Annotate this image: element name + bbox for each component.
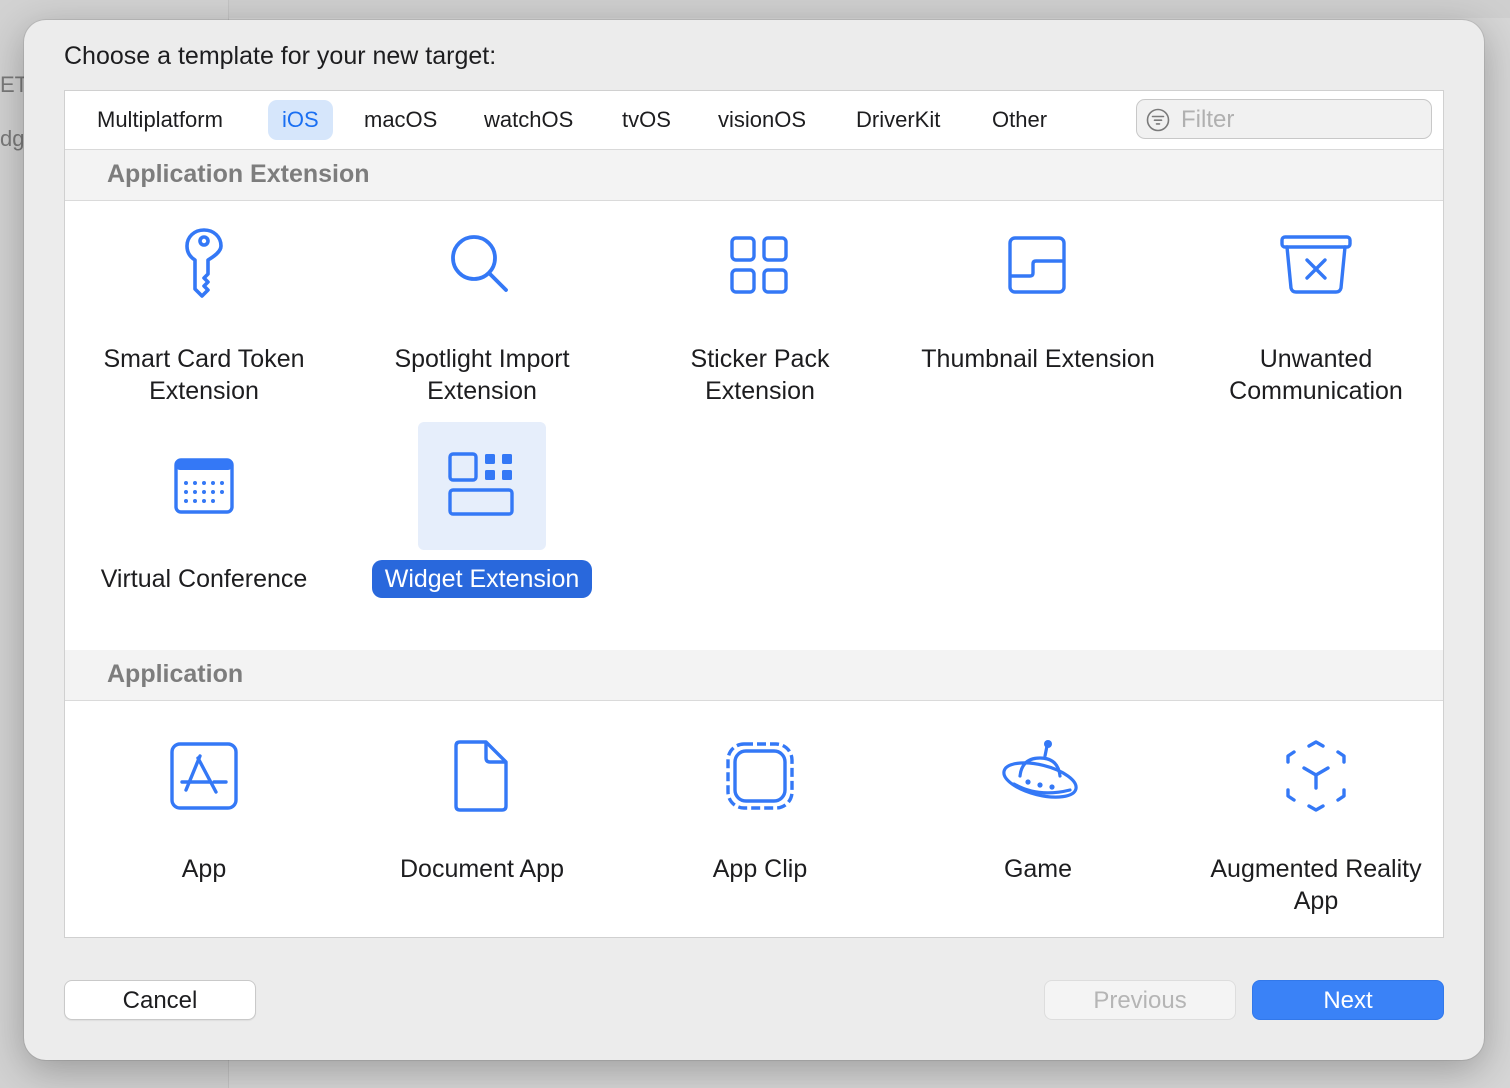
template-label: App — [181, 855, 227, 883]
template-document-app[interactable]: Document App — [343, 712, 621, 888]
template-label: Smart Card Token Extension — [103, 345, 305, 405]
template-chooser-sheet: Choose a template for your new target: M… — [24, 20, 1484, 1060]
trash-bin-x-icon — [1280, 235, 1352, 294]
app-store-icon — [170, 742, 238, 810]
template-label: Document App — [400, 855, 564, 883]
tab-multiplatform[interactable]: Multiplatform — [83, 100, 237, 140]
template-game[interactable]: Game — [899, 712, 1177, 888]
filter-field[interactable] — [1136, 99, 1432, 139]
document-icon — [454, 740, 508, 812]
tab-other[interactable]: Other — [978, 100, 1061, 140]
four-squares-icon — [730, 236, 788, 294]
ufo-icon — [1002, 740, 1078, 799]
template-widget-extension[interactable]: Widget Extension — [343, 422, 621, 598]
sheet-title: Choose a template for your new target: — [64, 42, 497, 70]
next-button[interactable]: Next — [1252, 980, 1444, 1020]
template-augmented-reality-app[interactable]: Augmented Reality App — [1177, 712, 1455, 920]
background-sidebar-text: dg — [0, 126, 25, 151]
section-title: Application — [107, 660, 244, 688]
template-smart-card-token-extension[interactable]: Smart Card Token Extension — [65, 202, 343, 410]
template-spotlight-import-extension[interactable]: Spotlight Import Extension — [343, 202, 621, 410]
tab-tvos[interactable]: tvOS — [608, 100, 685, 140]
tab-visionos[interactable]: visionOS — [704, 100, 820, 140]
template-label: App Clip — [712, 855, 808, 883]
ar-cube-icon — [1286, 740, 1346, 812]
cancel-button[interactable]: Cancel — [64, 980, 256, 1020]
filter-icon — [1146, 108, 1170, 132]
template-label: Widget Extension — [371, 560, 593, 598]
thumbnail-icon — [1008, 236, 1066, 294]
tab-watchos[interactable]: watchOS — [470, 100, 587, 140]
previous-button[interactable]: Previous — [1044, 980, 1236, 1020]
template-label: Game — [1003, 855, 1073, 883]
template-unwanted-communication[interactable]: Unwanted Communication — [1177, 202, 1455, 410]
calendar-icon — [174, 458, 234, 514]
tab-macos[interactable]: macOS — [350, 100, 451, 140]
template-label: Unwanted Communication — [1229, 345, 1403, 405]
platform-tab-bar: Multiplatform iOS macOS watchOS tvOS vis… — [65, 91, 1443, 150]
template-label: Sticker Pack Extension — [690, 345, 830, 405]
template-panel: Multiplatform iOS macOS watchOS tvOS vis… — [64, 90, 1444, 938]
template-label: Augmented Reality App — [1210, 855, 1422, 915]
template-label: Thumbnail Extension — [921, 345, 1155, 373]
magnifying-glass-icon — [451, 235, 508, 292]
tab-ios[interactable]: iOS — [268, 100, 333, 140]
widget-icon — [448, 452, 514, 516]
filter-input[interactable] — [1179, 104, 1423, 136]
template-sticker-pack-extension[interactable]: Sticker Pack Extension — [621, 202, 899, 410]
template-label: Virtual Conference — [100, 565, 308, 593]
template-app-clip[interactable]: App Clip — [621, 712, 899, 888]
template-app[interactable]: App — [65, 712, 343, 888]
app-clip-icon — [726, 742, 794, 810]
template-thumbnail-extension[interactable]: Thumbnail Extension — [899, 202, 1177, 378]
key-icon — [185, 228, 223, 298]
template-label: Spotlight Import Extension — [394, 345, 570, 405]
section-header-application: Application — [65, 650, 1443, 701]
tab-driverkit[interactable]: DriverKit — [842, 100, 954, 140]
section-header-application-extension: Application Extension — [65, 150, 1443, 201]
section-title: Application Extension — [107, 160, 370, 188]
template-virtual-conference[interactable]: Virtual Conference — [65, 422, 343, 598]
